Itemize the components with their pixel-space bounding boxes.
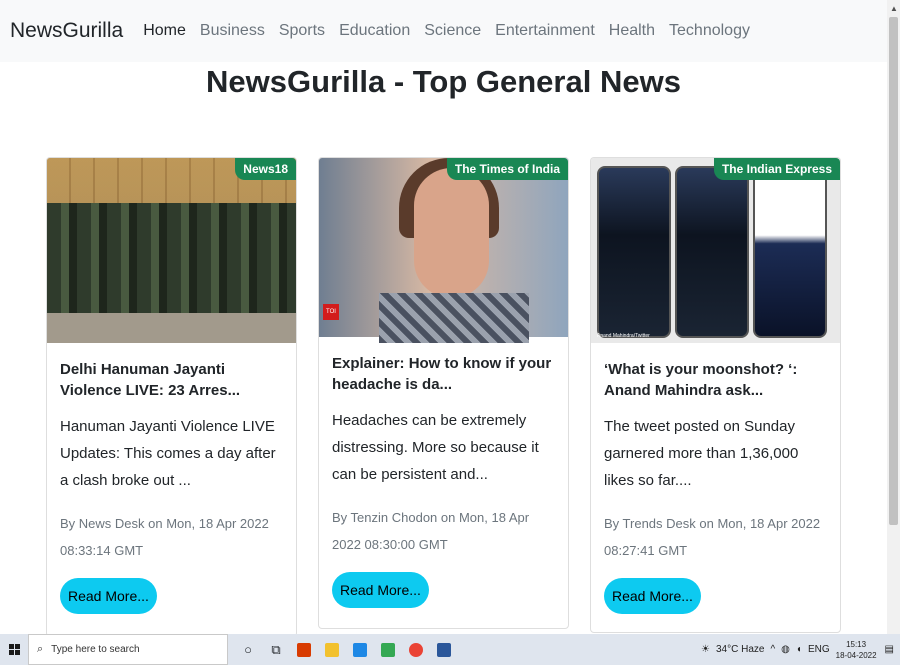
clock[interactable]: 15:13 18-04-2022 xyxy=(836,639,877,661)
scroll-up-arrow-icon[interactable]: ▲ xyxy=(890,4,898,13)
clock-time: 15:13 xyxy=(846,639,867,649)
card-title: ‘What is your moonshot? ‘: Anand Mahindr… xyxy=(604,361,798,399)
card-description: The tweet posted on Sunday garnered more… xyxy=(604,418,799,489)
news-card-1: News18 Delhi Hanuman Jayanti Violence LI… xyxy=(46,157,297,637)
nav-sports[interactable]: Sports xyxy=(279,22,325,40)
language-indicator[interactable]: ENG xyxy=(808,644,830,655)
windows-start-icon[interactable] xyxy=(0,634,28,665)
source-badge: The Times of India xyxy=(446,158,568,180)
notification-icon[interactable]: ▤ xyxy=(885,644,894,655)
nav-home[interactable]: Home xyxy=(143,22,186,40)
file-explorer-icon[interactable] xyxy=(318,634,346,665)
taskbar-search[interactable]: ⌕ Type here to search xyxy=(28,634,228,665)
card-description: Headaches can be extremely distressing. … xyxy=(332,412,539,483)
photos-icon[interactable] xyxy=(430,634,458,665)
card-description: Hanuman Jayanti Violence LIVE Updates: T… xyxy=(60,418,276,489)
card-author-date: By Trends Desk on Mon, 18 Apr 2022 08:27… xyxy=(604,516,821,558)
taskbar: ⌕ Type here to search ○ ⧉ ☀ 34°C Haze ^ … xyxy=(0,634,900,665)
weather-icon: ☀ xyxy=(701,644,710,655)
cortana-icon[interactable]: ○ xyxy=(234,634,262,665)
news-card-2: TOI The Times of India Explainer: How to… xyxy=(318,157,569,629)
weather-text[interactable]: 34°C Haze xyxy=(716,644,764,655)
card-title: Explainer: How to know if your headache … xyxy=(332,355,552,393)
nav-business[interactable]: Business xyxy=(200,22,265,40)
card-author-date: By Tenzin Chodon on Mon, 18 Apr 2022 08:… xyxy=(332,510,530,552)
nav-technology[interactable]: Technology xyxy=(669,22,750,40)
image-credit: Anand Mahindra/Twitter xyxy=(597,333,650,339)
nav-education[interactable]: Education xyxy=(339,22,410,40)
read-more-button[interactable]: Read More... xyxy=(604,578,701,614)
volume-icon[interactable]: ◖ xyxy=(796,644,802,655)
source-badge: The Indian Express xyxy=(713,158,840,180)
network-icon[interactable]: ◍ xyxy=(781,644,790,655)
read-more-button[interactable]: Read More... xyxy=(60,578,157,614)
card-author-date: By News Desk on Mon, 18 Apr 2022 08:33:1… xyxy=(60,516,269,558)
page-title: NewsGurilla - Top General News xyxy=(206,64,681,99)
clock-date: 18-04-2022 xyxy=(835,650,877,660)
chevron-up-icon[interactable]: ^ xyxy=(770,644,775,655)
vscode-icon[interactable] xyxy=(346,634,374,665)
system-tray: ☀ 34°C Haze ^ ◍ ◖ ENG 15:13 18-04-2022 ▤ xyxy=(701,634,900,665)
source-badge: News18 xyxy=(235,158,296,180)
search-placeholder: Type here to search xyxy=(51,644,140,655)
card-title: Delhi Hanuman Jayanti Violence LIVE: 23 … xyxy=(60,361,241,399)
app-icon[interactable] xyxy=(374,634,402,665)
nav-science[interactable]: Science xyxy=(424,22,481,40)
chrome-icon[interactable] xyxy=(402,634,430,665)
office-icon[interactable] xyxy=(290,634,318,665)
vertical-scrollbar[interactable]: ▲ xyxy=(887,0,900,634)
card-image: News18 xyxy=(47,158,296,343)
task-view-icon[interactable]: ⧉ xyxy=(262,634,290,665)
brand-link[interactable]: NewsGurilla xyxy=(10,19,123,43)
card-image: TOI The Times of India xyxy=(319,158,568,343)
nav-entertainment[interactable]: Entertainment xyxy=(495,22,595,40)
search-icon: ⌕ xyxy=(37,643,44,655)
scrollbar-thumb[interactable] xyxy=(889,17,898,525)
navbar: NewsGurilla Home Business Sports Educati… xyxy=(0,0,887,62)
toi-logo: TOI xyxy=(323,304,339,320)
read-more-button[interactable]: Read More... xyxy=(332,572,429,608)
nav-health[interactable]: Health xyxy=(609,22,655,40)
news-card-3: Anand Mahindra/Twitter The Indian Expres… xyxy=(590,157,841,633)
card-image: Anand Mahindra/Twitter The Indian Expres… xyxy=(591,158,840,343)
